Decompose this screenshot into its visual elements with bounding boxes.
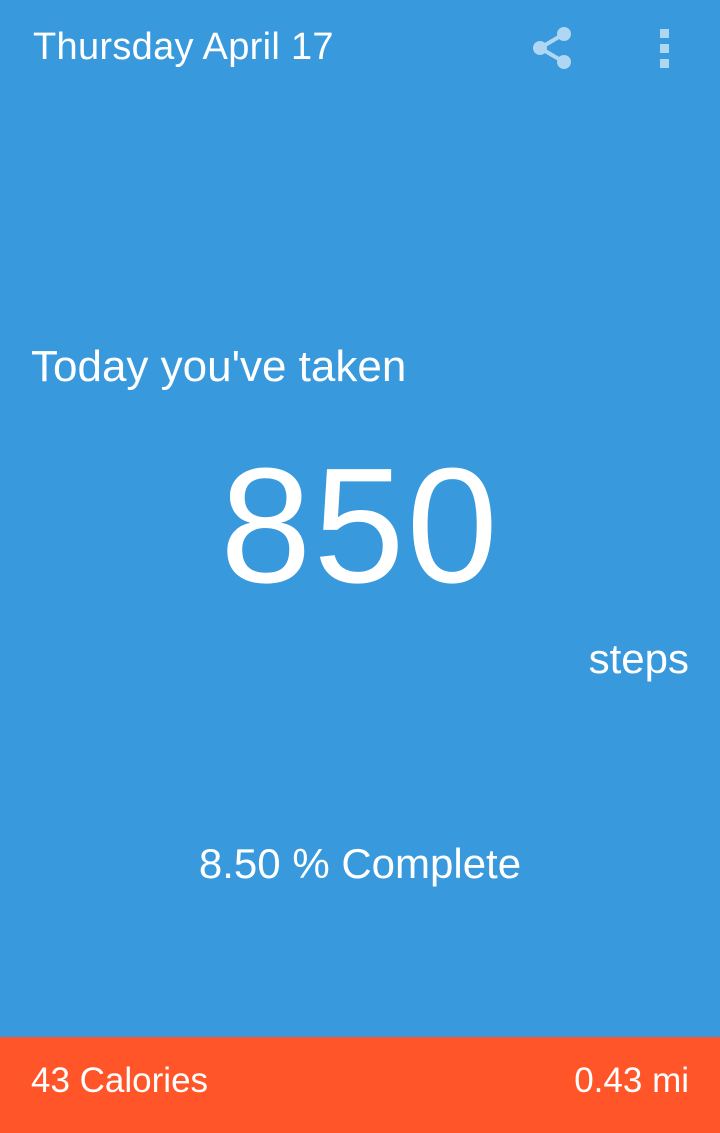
completion-text: 8.50 % Complete bbox=[198, 840, 522, 887]
distance-label: 0.43 mi bbox=[574, 1061, 689, 1100]
intro-text: Today you've taken bbox=[31, 342, 407, 391]
step-count: 850 bbox=[220, 434, 500, 617]
step-unit-label: steps bbox=[588, 635, 689, 682]
overflow-menu-button[interactable] bbox=[640, 18, 688, 78]
share-icon bbox=[533, 27, 571, 69]
stats-footer: 43 Calories 0.43 mi bbox=[0, 1037, 720, 1133]
share-button[interactable] bbox=[522, 18, 582, 78]
action-bar: Thursday April 17 bbox=[0, 0, 720, 100]
date-title: Thursday April 17 bbox=[33, 26, 334, 68]
step-counter-screen: Thursday April 17 Today you've taken 850… bbox=[0, 0, 720, 1133]
overflow-menu-icon bbox=[659, 28, 669, 68]
calories-label: 43 Calories bbox=[31, 1061, 209, 1100]
